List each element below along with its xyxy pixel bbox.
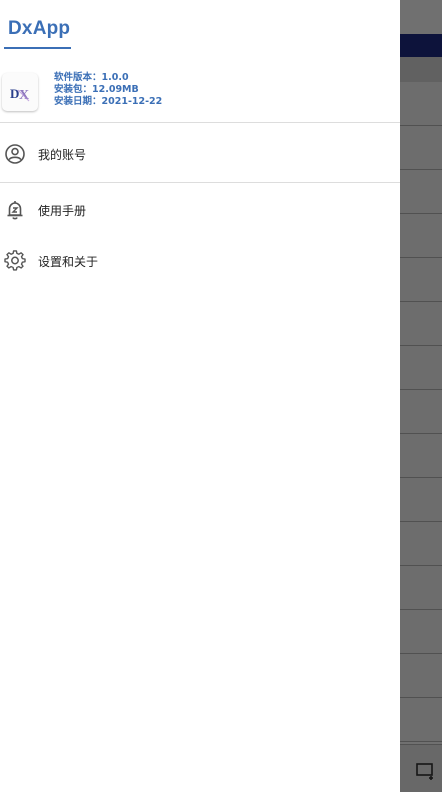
menu-item-settings-about[interactable]: 设置和关于 (0, 238, 400, 284)
account-circle-icon (4, 143, 26, 165)
app-install-date: 安装日期：2021-12-22 (54, 96, 163, 107)
app-package-size: 安装包：12.09MB (54, 84, 139, 95)
navigation-drawer: DxApp D X 软件版本：1.0.0 安装包：12.09MB 安装日期：20… (0, 0, 400, 792)
menu-item-user-manual[interactable]: 使用手册 (0, 187, 400, 233)
gear-icon (4, 250, 26, 272)
menu-item-label: 使用手册 (38, 203, 87, 218)
menu-item-label: 设置和关于 (38, 254, 99, 269)
app-logo: D X (2, 73, 38, 111)
menu-item-my-account[interactable]: 我的账号 (0, 131, 400, 177)
dx-logo-icon: D X (10, 86, 30, 103)
brand-underline (4, 47, 71, 49)
svg-text:D: D (10, 86, 19, 101)
app-info-text: 软件版本：1.0.0 安装包：12.09MB 安装日期：2021-12-22 (54, 72, 162, 108)
app-version: 软件版本：1.0.0 (54, 72, 129, 83)
divider (0, 122, 400, 123)
app-info-section: D X 软件版本：1.0.0 安装包：12.09MB 安装日期：2021-12-… (0, 70, 400, 122)
app-brand-title: DxApp (8, 18, 71, 39)
menu-item-label: 我的账号 (38, 147, 87, 162)
bell-manual-icon (4, 199, 26, 221)
divider (0, 182, 400, 183)
